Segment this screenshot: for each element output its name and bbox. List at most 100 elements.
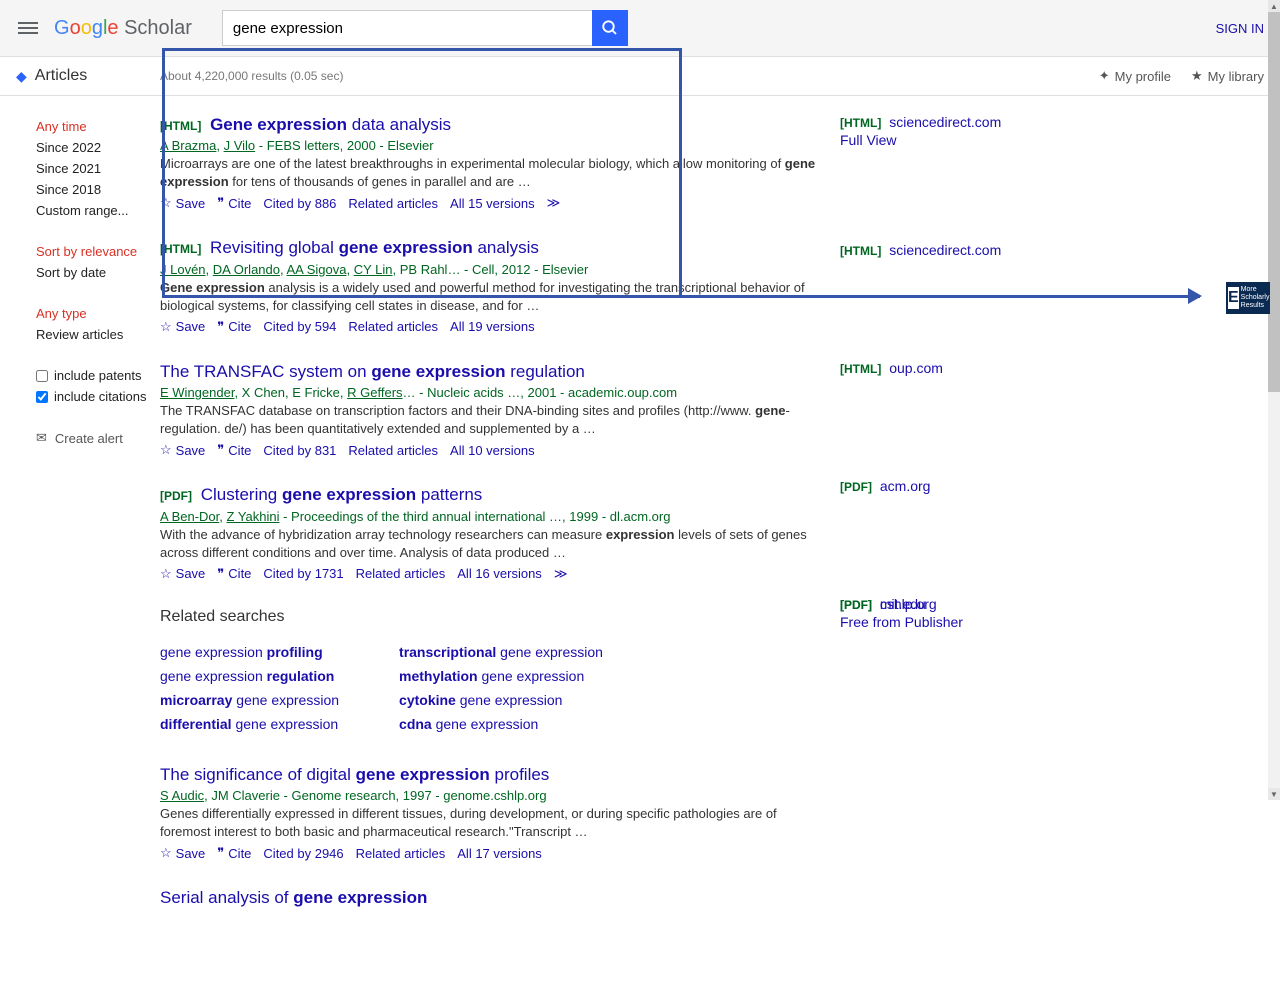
result-snippet: Genes differentially expressed in differ… xyxy=(160,805,820,841)
access-link[interactable]: [PDF] mit.edu xyxy=(840,596,926,612)
result-item: Serial analysis of gene expression xyxy=(160,887,820,909)
result-title[interactable]: [HTML] Gene expression data analysis xyxy=(160,114,820,136)
sort-date[interactable]: Sort by date xyxy=(36,262,160,283)
include-patents-label: include patents xyxy=(54,368,141,383)
result-item: [HTML] Gene expression data analysisA Br… xyxy=(160,114,820,211)
cite-button[interactable]: ❞ Cite xyxy=(217,442,251,458)
scroll-up-arrow-icon[interactable]: ▲ xyxy=(1268,0,1280,12)
save-button[interactable]: ☆ Save xyxy=(160,195,205,211)
related-search-link[interactable]: cdna gene expression xyxy=(399,712,603,736)
related-link[interactable]: Related articles xyxy=(356,846,446,861)
include-citations-checkbox[interactable] xyxy=(36,391,48,403)
cite-button[interactable]: ❞ Cite xyxy=(217,845,251,861)
related-search-link[interactable]: cytokine gene expression xyxy=(399,688,603,712)
cited-by-link[interactable]: Cited by 2946 xyxy=(263,846,343,861)
save-button[interactable]: ☆ Save xyxy=(160,845,205,861)
cited-by-link[interactable]: Cited by 1731 xyxy=(263,566,343,581)
related-link[interactable]: Related articles xyxy=(348,319,438,334)
versions-link[interactable]: All 19 versions xyxy=(450,319,535,334)
result-item: The TRANSFAC system on gene expression r… xyxy=(160,361,820,458)
more-icon[interactable]: ≫ xyxy=(554,566,568,582)
more-icon[interactable]: ≫ xyxy=(547,195,561,211)
related-heading: Related searches xyxy=(160,608,820,626)
include-patents[interactable]: include patents xyxy=(36,365,160,386)
logo[interactable]: Google Scholar xyxy=(54,17,192,40)
related-search-link[interactable]: gene expression regulation xyxy=(160,664,339,688)
scroll-down-arrow-icon[interactable]: ▼ xyxy=(1268,788,1280,800)
quote-icon: ❞ xyxy=(217,442,224,458)
filter-since-2022[interactable]: Since 2022 xyxy=(36,137,160,158)
content: Any time Since 2022 Since 2021 Since 201… xyxy=(0,96,1280,995)
related-link[interactable]: Related articles xyxy=(348,196,438,211)
access-item: [HTML] sciencedirect.com Full View xyxy=(840,114,1100,242)
related-search-link[interactable]: transcriptional gene expression xyxy=(399,640,603,664)
result-title[interactable]: The TRANSFAC system on gene expression r… xyxy=(160,361,820,383)
versions-link[interactable]: All 16 versions xyxy=(457,566,542,581)
access-link[interactable]: [HTML] oup.com xyxy=(840,360,943,376)
related-search-link[interactable]: methylation gene expression xyxy=(399,664,603,688)
sidebar-include-group: include patents include citations xyxy=(36,365,160,407)
access-link[interactable]: [HTML] sciencedirect.com xyxy=(840,114,1001,130)
versions-link[interactable]: All 17 versions xyxy=(457,846,542,861)
access-column: [HTML] sciencedirect.comFull View[HTML] … xyxy=(840,96,1100,995)
extension-e-icon: E xyxy=(1228,287,1239,309)
access-item: [PDF] mit.edu xyxy=(840,596,1100,782)
include-citations-label: include citations xyxy=(54,389,147,404)
search-form xyxy=(222,10,628,46)
cited-by-link[interactable]: Cited by 886 xyxy=(263,196,336,211)
result-title[interactable]: [PDF] Clustering gene expression pattern… xyxy=(160,484,820,506)
access-link[interactable]: [PDF] acm.org xyxy=(840,478,930,494)
cite-button[interactable]: ❞ Cite xyxy=(217,566,251,582)
star-outline-icon: ☆ xyxy=(160,845,172,861)
scrollbar[interactable]: ▲ ▼ xyxy=(1268,0,1280,800)
versions-link[interactable]: All 15 versions xyxy=(450,196,535,211)
include-citations[interactable]: include citations xyxy=(36,386,160,407)
filter-review-articles[interactable]: Review articles xyxy=(36,324,160,345)
result-actions: ☆ Save ❞ Cite Cited by 2946 Related arti… xyxy=(160,845,820,861)
filter-since-2021[interactable]: Since 2021 xyxy=(36,158,160,179)
extension-badge[interactable]: E More Scholarly Results xyxy=(1226,282,1270,314)
hamburger-menu-icon[interactable] xyxy=(16,16,40,40)
create-alert[interactable]: ✉ Create alert xyxy=(36,427,160,449)
include-patents-checkbox[interactable] xyxy=(36,370,48,382)
related-search-link[interactable]: differential gene expression xyxy=(160,712,339,736)
sidebar-sort-group: Sort by relevance Sort by date xyxy=(36,241,160,283)
my-library-label: My library xyxy=(1208,69,1264,84)
star-outline-icon: ☆ xyxy=(160,566,172,582)
save-button[interactable]: ☆ Save xyxy=(160,566,205,582)
quote-icon: ❞ xyxy=(217,319,224,335)
access-item: [HTML] oup.com xyxy=(840,360,1100,478)
sort-relevance[interactable]: Sort by relevance xyxy=(36,241,160,262)
result-title[interactable]: The significance of digital gene express… xyxy=(160,764,820,786)
related-link[interactable]: Related articles xyxy=(348,443,438,458)
cite-button[interactable]: ❞ Cite xyxy=(217,319,251,335)
result-title[interactable]: [HTML] Revisiting global gene expression… xyxy=(160,237,820,259)
related-col: transcriptional gene expressionmethylati… xyxy=(399,640,603,736)
related-search-link[interactable]: gene expression profiling xyxy=(160,640,339,664)
sign-in-link[interactable]: SIGN IN xyxy=(1216,21,1264,36)
profile-icon: ✦ xyxy=(1099,68,1110,84)
related-link[interactable]: Related articles xyxy=(356,566,446,581)
result-title[interactable]: Serial analysis of gene expression xyxy=(160,887,820,909)
cited-by-link[interactable]: Cited by 831 xyxy=(263,443,336,458)
versions-link[interactable]: All 10 versions xyxy=(450,443,535,458)
scroll-thumb[interactable] xyxy=(1268,12,1280,392)
my-profile-label: My profile xyxy=(1115,69,1171,84)
related-search-link[interactable]: microarray gene expression xyxy=(160,688,339,712)
save-button[interactable]: ☆ Save xyxy=(160,319,205,335)
access-sublink[interactable]: Full View xyxy=(840,132,1100,148)
search-input[interactable] xyxy=(222,10,592,46)
search-button[interactable] xyxy=(592,10,628,46)
filter-custom-range[interactable]: Custom range... xyxy=(36,200,160,221)
my-profile-link[interactable]: ✦ My profile xyxy=(1099,68,1171,84)
filter-any-type[interactable]: Any type xyxy=(36,303,160,324)
results-column: [HTML] Gene expression data analysisA Br… xyxy=(160,96,840,995)
cited-by-link[interactable]: Cited by 594 xyxy=(263,319,336,334)
cite-button[interactable]: ❞ Cite xyxy=(217,195,251,211)
filter-any-time[interactable]: Any time xyxy=(36,116,160,137)
save-button[interactable]: ☆ Save xyxy=(160,442,205,458)
sidebar: Any time Since 2022 Since 2021 Since 201… xyxy=(0,96,160,995)
my-library-link[interactable]: ★My library xyxy=(1191,68,1264,84)
filter-since-2018[interactable]: Since 2018 xyxy=(36,179,160,200)
access-link[interactable]: [HTML] sciencedirect.com xyxy=(840,242,1001,258)
